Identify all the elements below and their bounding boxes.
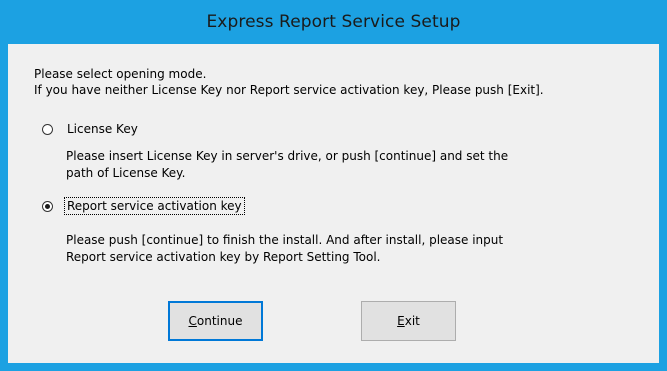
radio-report-service-activation-key[interactable]: Report service activation key — [42, 196, 245, 216]
activation-key-description-line-1: Please push [continue] to finish the ins… — [66, 233, 504, 247]
license-key-description: Please insert License Key in server's dr… — [66, 148, 508, 182]
setup-dialog-window: Express Report Service Setup Please sele… — [0, 0, 667, 371]
intro-text: Please select opening mode. If you have … — [34, 66, 544, 98]
radio-license-key[interactable]: License Key — [42, 119, 140, 139]
exit-button[interactable]: Exit — [361, 301, 456, 341]
radio-license-key-label[interactable]: License Key — [65, 121, 140, 137]
radio-report-service-activation-key-label[interactable]: Report service activation key — [64, 197, 245, 215]
license-key-description-line-2: path of License Key. — [66, 166, 186, 180]
license-key-description-line-1: Please insert License Key in server's dr… — [66, 149, 509, 163]
window-title: Express Report Service Setup — [206, 12, 461, 32]
title-bar[interactable]: Express Report Service Setup — [0, 0, 667, 44]
intro-line-1: Please select opening mode. — [34, 67, 207, 81]
activation-key-description-line-2: Report service activation key by Report … — [66, 250, 381, 264]
activation-key-description: Please push [continue] to finish the ins… — [66, 232, 503, 266]
continue-button-label: Continue — [188, 314, 243, 328]
continue-button[interactable]: Continue — [168, 301, 263, 341]
exit-button-label: Exit — [397, 314, 420, 328]
intro-line-2: If you have neither License Key nor Repo… — [34, 83, 544, 97]
radio-button-checked-icon[interactable] — [42, 200, 53, 212]
radio-button-icon[interactable] — [42, 123, 53, 135]
dialog-client-area: Please select opening mode. If you have … — [8, 44, 659, 363]
